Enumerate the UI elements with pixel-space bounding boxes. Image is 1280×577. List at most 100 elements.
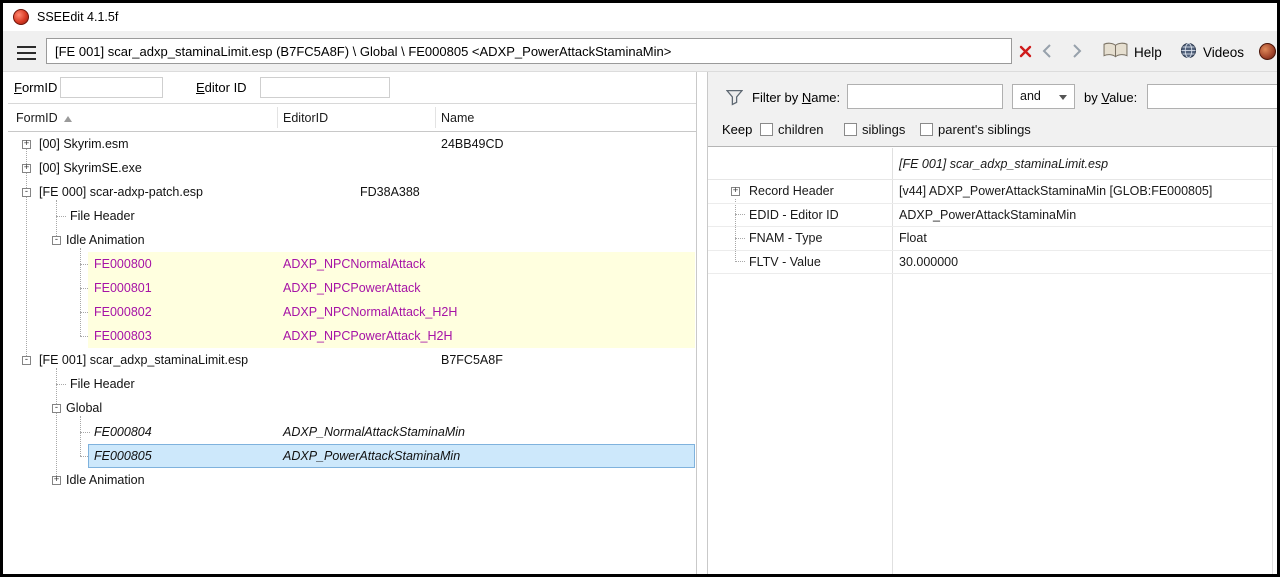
tree-cell-crc: FD38A388 <box>360 185 420 199</box>
globe-icon <box>1180 42 1197 62</box>
record-row[interactable]: EDID - Editor ID ADXP_PowerAttackStamina… <box>708 204 1272 227</box>
tree-panel: FormID Editor ID FormID EditorID Name + … <box>8 72 697 574</box>
keep-parents-siblings-label[interactable]: parent's siblings <box>938 122 1031 137</box>
column-formid[interactable]: FormID <box>16 104 72 132</box>
expand-icon[interactable]: + <box>52 474 61 485</box>
record-value: ADXP_PowerAttackStaminaMin <box>899 207 1077 222</box>
collapse-icon[interactable]: - <box>52 234 61 245</box>
tree-row[interactable]: File Header <box>8 204 696 228</box>
tree-cell-formid: [00] Skyrim.esm <box>39 137 129 151</box>
menu-icon[interactable] <box>17 42 36 64</box>
videos-button[interactable]: Videos <box>1180 41 1244 63</box>
tree-row[interactable]: + [00] SkyrimSE.exe <box>8 156 696 180</box>
tree-connector <box>80 311 90 313</box>
tree-cell-name: 24BB49CD <box>441 137 504 151</box>
record-field-label: EDID - Editor ID <box>749 207 839 222</box>
record-value: 30.000000 <box>899 254 959 269</box>
filter-name-input[interactable] <box>847 84 1003 109</box>
tree-cell-editorid: ADXP_PowerAttackStaminaMin <box>283 449 461 463</box>
tree-row[interactable]: - [FE 000] scar-adxp-patch.esp FD38A388 <box>8 180 696 204</box>
window-title: SSEEdit 4.1.5f <box>37 10 119 24</box>
tree-row[interactable]: + Idle Animation <box>8 468 696 492</box>
formid-input[interactable] <box>60 77 163 98</box>
editorid-input[interactable] <box>260 77 390 98</box>
toolbar: Help Videos <box>3 31 1277 72</box>
tree-row[interactable]: - Global <box>8 396 696 420</box>
tree-cell-editorid: ADXP_NPCNormalAttack_H2H <box>283 305 458 319</box>
record-row[interactable]: FLTV - Value 30.000000 <box>708 251 1272 274</box>
record-row[interactable]: + Record Header [v44] ADXP_PowerAttackSt… <box>708 180 1272 204</box>
tree-cell-formid: File Header <box>70 377 135 391</box>
record-right-divider <box>1272 148 1273 574</box>
tree-column-header: FormID EditorID Name <box>8 104 696 132</box>
help-button[interactable]: Help <box>1103 41 1162 63</box>
path-input[interactable] <box>46 38 1012 64</box>
record-value: [v44] ADXP_PowerAttackStaminaMin [GLOB:F… <box>899 184 1213 199</box>
record-connector <box>735 237 745 239</box>
edge-icon[interactable] <box>1259 43 1276 60</box>
help-label: Help <box>1134 44 1162 60</box>
record-plugin-header-row[interactable]: [FE 001] scar_adxp_staminaLimit.esp <box>708 148 1272 180</box>
by-value-label: by Value: <box>1084 90 1138 105</box>
tree-row[interactable]: FE000800 ADXP_NPCNormalAttack <box>8 252 696 276</box>
plugin-tree: + [00] Skyrim.esm 24BB49CD + [00] Skyrim… <box>8 132 696 574</box>
column-divider[interactable] <box>435 107 436 128</box>
tree-cell-formid: Idle Animation <box>66 473 145 487</box>
collapse-icon[interactable]: - <box>52 402 61 413</box>
tree-cell-editorid: ADXP_NPCNormalAttack <box>283 257 426 271</box>
tree-cell-name: B7FC5A8F <box>441 353 503 367</box>
tree-cell-formid: Global <box>66 401 103 415</box>
expand-icon[interactable]: + <box>22 138 31 149</box>
filter-value-input[interactable] <box>1147 84 1277 109</box>
clear-icon[interactable] <box>1019 45 1032 63</box>
filter-funnel-icon[interactable] <box>725 88 744 111</box>
keep-children-checkbox[interactable] <box>760 123 773 136</box>
keep-children-label[interactable]: children <box>778 122 824 137</box>
title-bar: SSEEdit 4.1.5f <box>3 3 1277 31</box>
sseedit-window: SSEEdit 4.1.5f Help <box>0 0 1280 577</box>
keep-siblings-checkbox[interactable] <box>844 123 857 136</box>
expand-icon[interactable]: + <box>22 162 31 173</box>
tree-cell-formid: FE000805 <box>94 449 152 463</box>
tree-row[interactable]: FE000803 ADXP_NPCPowerAttack_H2H <box>8 324 696 348</box>
tree-cell-formid: FE000801 <box>94 281 152 295</box>
tree-row[interactable]: + [00] Skyrim.esm 24BB49CD <box>8 132 696 156</box>
forward-icon[interactable] <box>1071 43 1083 64</box>
tree-connector <box>80 455 90 457</box>
tree-row[interactable]: - Idle Animation <box>8 228 696 252</box>
keep-siblings-label[interactable]: siblings <box>862 122 905 137</box>
column-editorid[interactable]: EditorID <box>283 104 328 132</box>
tree-row[interactable]: FE000804 ADXP_NormalAttackStaminaMin <box>8 420 696 444</box>
column-divider[interactable] <box>277 107 278 128</box>
tree-row-selected[interactable]: FE000805 ADXP_PowerAttackStaminaMin <box>8 444 696 468</box>
chevron-down-icon <box>1059 95 1067 100</box>
filter-operator-value: and <box>1020 89 1041 103</box>
record-row[interactable]: FNAM - Type Float <box>708 227 1272 251</box>
keep-label: Keep <box>722 122 753 137</box>
tree-cell-formid: [FE 001] scar_adxp_staminaLimit.esp <box>39 353 249 367</box>
tree-row[interactable]: FE000801 ADXP_NPCPowerAttack <box>8 276 696 300</box>
tree-connector <box>56 215 66 217</box>
record-plugin-name: [FE 001] scar_adxp_staminaLimit.esp <box>899 157 1109 171</box>
tree-row[interactable]: File Header <box>8 372 696 396</box>
tree-connector <box>80 335 90 337</box>
keep-parents-siblings-checkbox[interactable] <box>920 123 933 136</box>
tree-cell-formid: FE000802 <box>94 305 152 319</box>
filter-operator-select[interactable]: and <box>1012 84 1075 109</box>
collapse-icon[interactable]: - <box>22 186 31 197</box>
tree-cell-formid: Idle Animation <box>66 233 145 247</box>
record-view: [FE 001] scar_adxp_staminaLimit.esp + Re… <box>708 148 1277 574</box>
record-connector <box>735 214 745 216</box>
collapse-icon[interactable]: - <box>22 354 31 365</box>
tree-row[interactable]: FE000802 ADXP_NPCNormalAttack_H2H <box>8 300 696 324</box>
filter-by-name-label: Filter by Name: <box>752 90 841 105</box>
expand-icon[interactable]: + <box>731 186 740 196</box>
tree-connector <box>56 383 66 385</box>
tree-connector <box>80 287 90 289</box>
tree-cell-formid: [FE 000] scar-adxp-patch.esp <box>39 185 203 199</box>
editorid-label: Editor ID <box>196 80 247 95</box>
column-name[interactable]: Name <box>441 104 474 132</box>
tree-row[interactable]: - [FE 001] scar_adxp_staminaLimit.esp B7… <box>8 348 696 372</box>
back-icon[interactable] <box>1041 43 1053 64</box>
tree-cell-formid: FE000800 <box>94 257 152 271</box>
